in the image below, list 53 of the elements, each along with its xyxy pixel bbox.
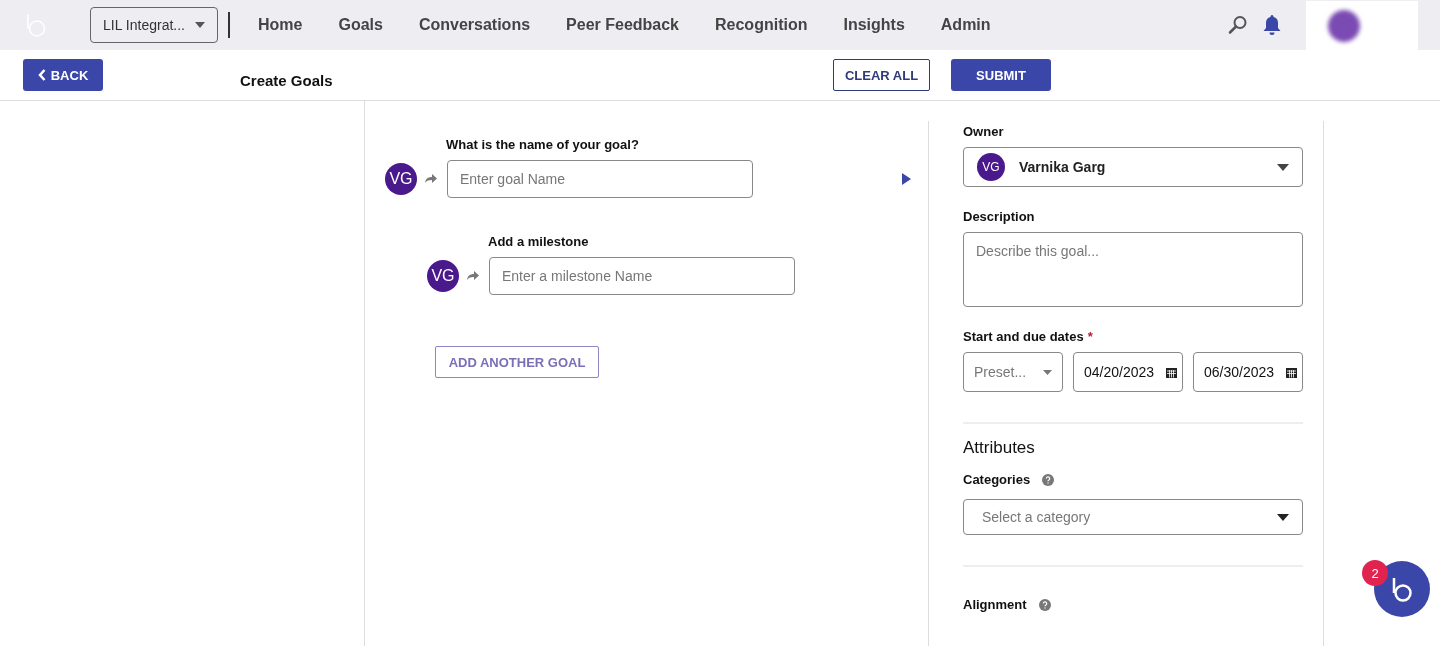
milestone-name-input[interactable]: Enter a milestone Name bbox=[489, 257, 795, 295]
attributes-heading: Attributes bbox=[963, 438, 1036, 458]
calendar-icon bbox=[1286, 366, 1297, 378]
description-input[interactable]: Describe this goal... bbox=[963, 232, 1303, 307]
avatar-placeholder bbox=[1328, 10, 1360, 42]
user-menu[interactable] bbox=[1306, 1, 1418, 51]
alignment-label: Alignment bbox=[963, 597, 1027, 612]
avatar-initials: VG bbox=[977, 153, 1005, 181]
due-date-field[interactable]: 06/30/2023 bbox=[1193, 352, 1303, 392]
organization-dropdown[interactable]: LIL Integrat... bbox=[90, 7, 218, 43]
nav-link[interactable]: Home bbox=[258, 16, 303, 34]
caret-icon bbox=[1043, 369, 1052, 375]
nav-link[interactable]: Recognition bbox=[715, 16, 808, 34]
required-mark: * bbox=[1087, 329, 1093, 344]
nav-link[interactable]: Conversations bbox=[418, 16, 531, 34]
milestone-label: Add a milestone bbox=[488, 234, 590, 249]
dates-label: Start and due dates * bbox=[963, 329, 1094, 344]
notification-badge: 2 bbox=[1362, 560, 1388, 586]
expand-arrow-icon[interactable] bbox=[902, 173, 911, 185]
logo-icon bbox=[1392, 576, 1412, 602]
owner-name: Varnika Garg bbox=[1019, 159, 1107, 175]
nav-link[interactable]: Insights bbox=[843, 16, 905, 34]
avatar-initials: VG bbox=[385, 163, 417, 195]
add-another-goal-button[interactable]: ADD ANOTHER GOAL bbox=[435, 346, 599, 378]
description-label: Description bbox=[963, 209, 1036, 224]
page-title: Create Goals bbox=[240, 71, 334, 89]
help-icon[interactable] bbox=[1042, 473, 1055, 486]
nav-link[interactable]: Goals bbox=[338, 16, 383, 34]
share-arrow-icon bbox=[424, 173, 438, 185]
preset-dropdown[interactable]: Preset... bbox=[963, 352, 1063, 392]
calendar-icon bbox=[1166, 366, 1177, 378]
chat-launcher-button[interactable] bbox=[1374, 561, 1430, 617]
goal-name-input[interactable]: Enter goal Name bbox=[447, 160, 753, 198]
categories-label: Categories bbox=[963, 472, 1031, 487]
bell-icon[interactable] bbox=[1262, 14, 1282, 36]
back-button[interactable]: BACK bbox=[23, 59, 103, 91]
avatar-initials: VG bbox=[427, 260, 459, 292]
help-icon[interactable] bbox=[1038, 598, 1051, 611]
caret-icon bbox=[1277, 513, 1289, 521]
start-date-field[interactable]: 04/20/2023 bbox=[1073, 352, 1183, 392]
caret-icon bbox=[195, 22, 205, 28]
goal-name-label: What is the name of your goal? bbox=[446, 137, 640, 152]
clear-all-button[interactable]: CLEAR ALL bbox=[833, 59, 930, 91]
nav-link[interactable]: Admin bbox=[940, 16, 991, 34]
owner-dropdown[interactable]: VG Varnika Garg bbox=[963, 147, 1303, 187]
share-arrow-icon bbox=[466, 270, 480, 282]
caret-icon bbox=[1277, 163, 1289, 171]
category-dropdown[interactable]: Select a category bbox=[963, 499, 1303, 535]
submit-button[interactable]: SUBMIT bbox=[951, 59, 1051, 91]
nav-link[interactable]: Peer Feedback bbox=[566, 16, 679, 34]
search-icon[interactable] bbox=[1228, 15, 1248, 35]
chevron-left-icon bbox=[37, 69, 46, 81]
owner-label: Owner bbox=[963, 124, 1005, 139]
